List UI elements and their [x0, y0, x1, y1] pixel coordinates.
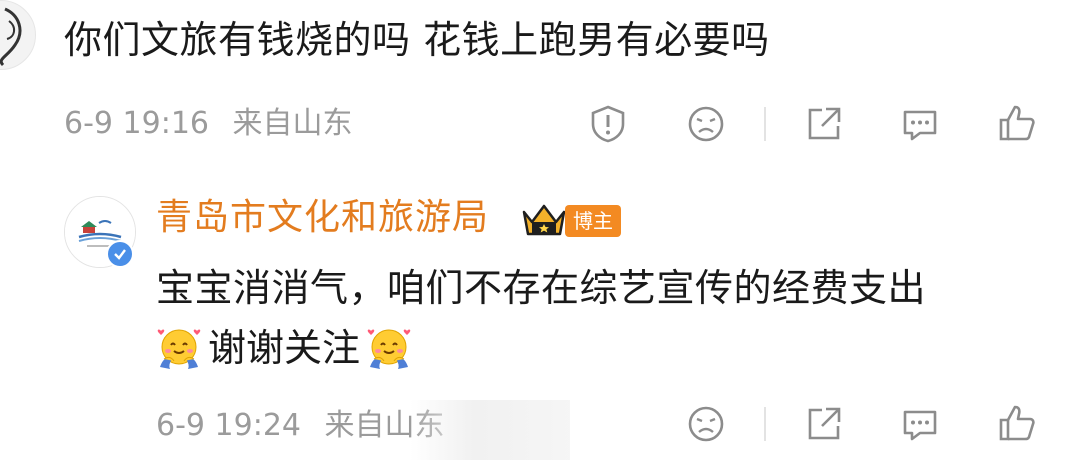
crown-icon — [520, 200, 568, 244]
reply-author-name[interactable]: 青岛市文化和旅游局 — [156, 194, 489, 242]
verified-icon — [106, 240, 134, 268]
action-divider — [764, 407, 766, 441]
comment-text: 你们文旅有钱烧的吗 花钱上跑男有必要吗 — [64, 18, 770, 62]
comment-icon[interactable] — [900, 104, 940, 144]
reply-text-line-2-text: 谢谢关注 — [208, 326, 361, 370]
reply-text: 宝宝消消气，咱们不存在综艺宣传的经费支出 — [156, 266, 927, 310]
report-icon[interactable] — [588, 104, 628, 144]
share-icon[interactable] — [804, 104, 844, 144]
hug-emoji-icon — [366, 325, 412, 371]
reply-date: 6-9 19:24 — [156, 408, 301, 443]
comment-location: 来自山东 — [232, 106, 353, 141]
comment-meta: 6-9 19:16 来自山东 — [64, 104, 353, 144]
action-divider — [764, 107, 766, 141]
commenter-avatar[interactable] — [0, 0, 36, 70]
comment-date: 6-9 19:16 — [64, 106, 209, 141]
hug-emoji-icon — [156, 325, 202, 371]
reply-meta: 6-9 19:24 来自山东 — [156, 406, 445, 446]
reply-text-line-2: 谢谢关注 — [156, 322, 412, 374]
like-icon[interactable] — [996, 102, 1038, 144]
like-icon[interactable] — [996, 402, 1038, 444]
dislike-face-icon[interactable] — [686, 104, 726, 144]
comment-icon[interactable] — [900, 404, 940, 444]
dislike-face-icon[interactable] — [686, 404, 726, 444]
share-icon[interactable] — [804, 404, 844, 444]
author-role-badge: 博主 — [565, 205, 621, 237]
watermark-fade — [410, 400, 570, 460]
